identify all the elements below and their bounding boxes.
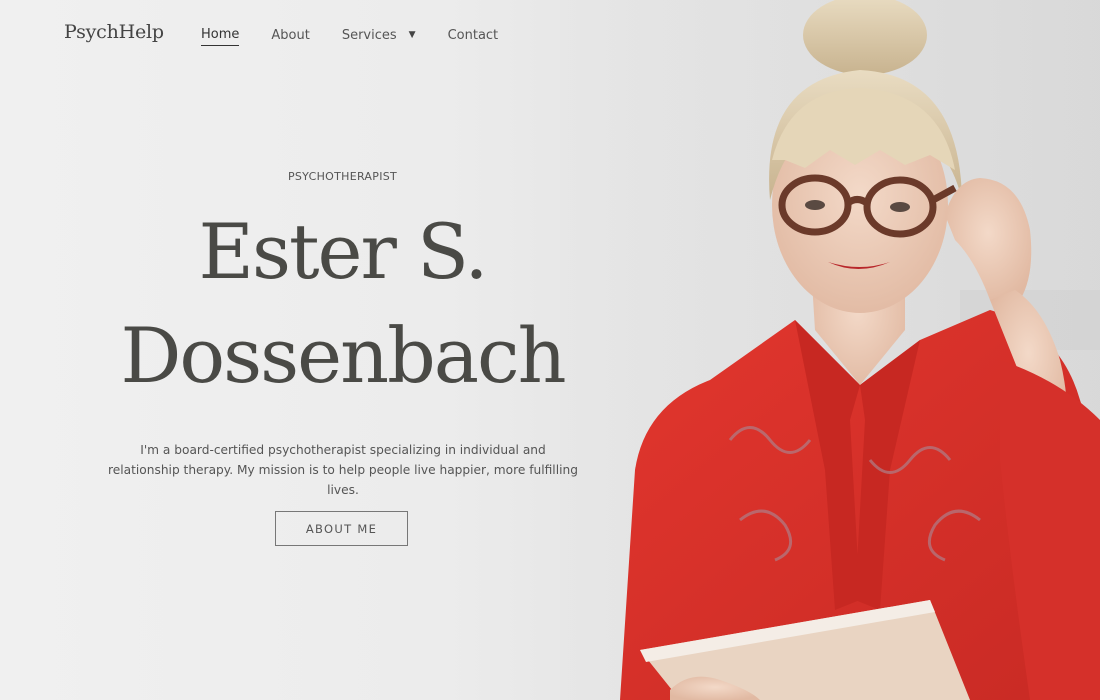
about-me-button[interactable]: ABOUT ME <box>275 511 408 546</box>
hero-name-line2: Dossenbach <box>120 311 566 400</box>
nav-item-home[interactable]: Home <box>201 27 240 46</box>
nav-item-services-label[interactable]: Services <box>342 28 397 46</box>
hero-intro: I'm a board-certified psychotherapist sp… <box>108 443 578 497</box>
nav-links: Home About Services ▼ Contact <box>201 27 530 46</box>
chevron-down-icon[interactable]: ▼ <box>409 30 416 43</box>
nav-item-services[interactable]: Services ▼ <box>342 28 416 46</box>
hero-eyebrow: PSYCHOTHERAPIST <box>287 170 398 183</box>
hero-section: PsychHelp Home About Services ▼ Contact … <box>0 0 1100 700</box>
nav-item-about[interactable]: About <box>271 28 309 46</box>
top-navigation: PsychHelp Home About Services ▼ Contact <box>0 0 1100 70</box>
site-logo[interactable]: PsychHelp <box>64 21 164 43</box>
hero-headline: Ester S. Dossenbach <box>0 200 685 408</box>
nav-item-contact[interactable]: Contact <box>448 28 499 46</box>
hero-name-line1: Ester S. <box>198 207 489 296</box>
